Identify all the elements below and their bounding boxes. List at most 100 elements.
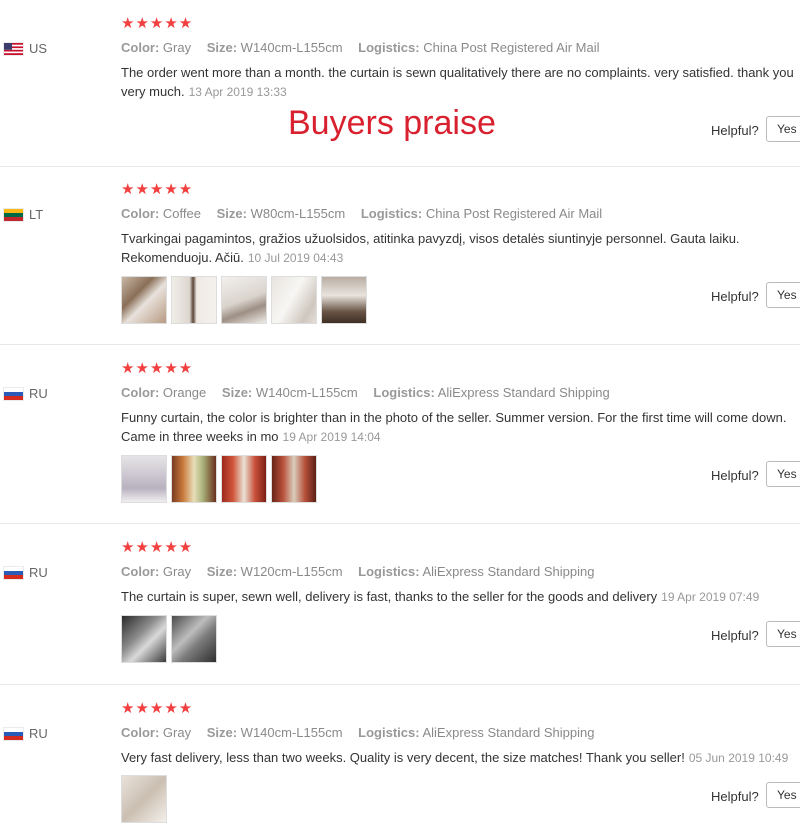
color-label: Color: (121, 206, 160, 221)
size-value: W140cm-L155cm (240, 40, 343, 55)
photo-gallery (121, 615, 217, 663)
star-rating: ★★★★★ (121, 539, 194, 556)
color-value: Gray (162, 40, 192, 55)
review-text: The curtain is super, sewn well, deliver… (121, 587, 796, 607)
size-value: W140cm-L155cm (240, 725, 343, 740)
banner-title: Buyers praise (288, 104, 496, 142)
logistics-value: AliExpress Standard Shipping (437, 385, 610, 400)
review-text: Funny curtain, the color is brighter tha… (121, 408, 796, 447)
star-rating: ★★★★★ (121, 700, 194, 717)
review-meta: Color: Gray Size: W140cm-L155cm Logistic… (121, 725, 606, 740)
review-date: 13 Apr 2019 13:33 (188, 85, 287, 99)
logistics-value: AliExpress Standard Shipping (422, 564, 595, 579)
review-item: LT ★★★★★ Color: Coffee Size: W80cm-L155c… (0, 166, 800, 345)
logistics-value: China Post Registered Air Mail (425, 206, 603, 221)
helpful-label: Helpful? (711, 123, 759, 138)
review-body: Funny curtain, the color is brighter tha… (121, 410, 787, 444)
logistics-value: AliExpress Standard Shipping (422, 725, 595, 740)
review-photo[interactable] (271, 455, 317, 503)
color-label: Color: (121, 564, 160, 579)
helpful-yes-button[interactable]: Yes (766, 282, 800, 308)
photo-gallery (121, 455, 317, 503)
logistics-value: China Post Registered Air Mail (423, 40, 600, 55)
review-item: RU ★★★★★ Color: Gray Size: W120cm-L155cm… (0, 524, 800, 685)
logistics-label: Logistics: (360, 206, 423, 221)
country: RU (4, 565, 48, 580)
review-photo[interactable] (221, 455, 267, 503)
country-code: RU (29, 565, 48, 580)
ru-flag-icon (4, 566, 23, 579)
review-body: Tvarkingai pagamintos, gražios užuolsido… (121, 231, 740, 265)
us-flag-icon (4, 42, 23, 55)
review-meta: Color: Gray Size: W120cm-L155cm Logistic… (121, 564, 606, 579)
review-photo[interactable] (321, 276, 367, 324)
country: RU (4, 726, 48, 741)
color-label: Color: (121, 385, 160, 400)
star-rating: ★★★★★ (121, 181, 194, 198)
review-photo[interactable] (121, 775, 167, 823)
review-body: The curtain is super, sewn well, deliver… (121, 589, 658, 604)
review-photo[interactable] (171, 276, 217, 324)
review-meta: Color: Orange Size: W140cm-L155cm Logist… (121, 385, 622, 400)
logistics-label: Logistics: (358, 564, 420, 579)
logistics-label: Logistics: (373, 385, 435, 400)
ru-flag-icon (4, 727, 23, 740)
review-photo[interactable] (121, 455, 167, 503)
country: LT (4, 207, 43, 222)
helpful-label: Helpful? (711, 289, 759, 304)
size-value: W140cm-L155cm (255, 385, 358, 400)
review-photo[interactable] (121, 276, 167, 324)
review-meta: Color: Gray Size: W140cm-L155cm Logistic… (121, 40, 612, 55)
review-text: The order went more than a month. the cu… (121, 63, 796, 102)
helpful-label: Helpful? (711, 468, 759, 483)
review-photo[interactable] (121, 615, 167, 663)
review-body: Very fast delivery, less than two weeks.… (121, 750, 685, 765)
color-value: Gray (162, 564, 192, 579)
logistics-label: Logistics: (358, 725, 420, 740)
review-item: RU ★★★★★ Color: Gray Size: W140cm-L155cm… (0, 685, 800, 823)
ru-flag-icon (4, 387, 23, 400)
color-label: Color: (121, 725, 160, 740)
size-label: Size: (221, 385, 253, 400)
country-code: LT (29, 207, 44, 222)
helpful-yes-button[interactable]: Yes (766, 461, 800, 487)
size-label: Size: (206, 725, 238, 740)
color-value: Orange (162, 385, 207, 400)
logistics-label: Logistics: (358, 40, 420, 55)
review-date: 19 Apr 2019 07:49 (661, 590, 760, 604)
review-date: 05 Jun 2019 10:49 (688, 751, 789, 765)
size-value: W120cm-L155cm (240, 564, 343, 579)
country: US (4, 41, 47, 56)
size-value: W80cm-L155cm (250, 206, 346, 221)
review-photo[interactable] (271, 276, 317, 324)
star-rating: ★★★★★ (121, 360, 194, 377)
lt-flag-icon (4, 208, 23, 221)
helpful-yes-button[interactable]: Yes (766, 116, 800, 142)
review-photo[interactable] (171, 455, 217, 503)
review-photo[interactable] (171, 615, 217, 663)
review-meta: Color: Coffee Size: W80cm-L155cm Logisti… (121, 206, 614, 221)
review-photo[interactable] (221, 276, 267, 324)
size-label: Size: (206, 40, 238, 55)
color-label: Color: (121, 40, 160, 55)
review-text: Tvarkingai pagamintos, gražios užuolsido… (121, 229, 796, 268)
country-code: RU (29, 726, 48, 741)
size-label: Size: (206, 564, 238, 579)
review-item: RU ★★★★★ Color: Orange Size: W140cm-L155… (0, 345, 800, 524)
star-rating: ★★★★★ (121, 15, 194, 32)
photo-gallery (121, 276, 367, 324)
country: RU (4, 386, 48, 401)
helpful-label: Helpful? (711, 628, 759, 643)
review-text: Very fast delivery, less than two weeks.… (121, 748, 796, 768)
color-value: Gray (162, 725, 192, 740)
helpful-label: Helpful? (711, 789, 759, 804)
helpful-yes-button[interactable]: Yes (766, 621, 800, 647)
photo-gallery (121, 775, 167, 823)
country-code: RU (29, 386, 48, 401)
size-label: Size: (216, 206, 247, 221)
review-date: 19 Apr 2019 14:04 (282, 430, 381, 444)
helpful-yes-button[interactable]: Yes (766, 782, 800, 808)
review-date: 10 Jul 2019 04:43 (247, 251, 344, 265)
color-value: Coffee (162, 206, 201, 221)
country-code: US (29, 41, 48, 56)
